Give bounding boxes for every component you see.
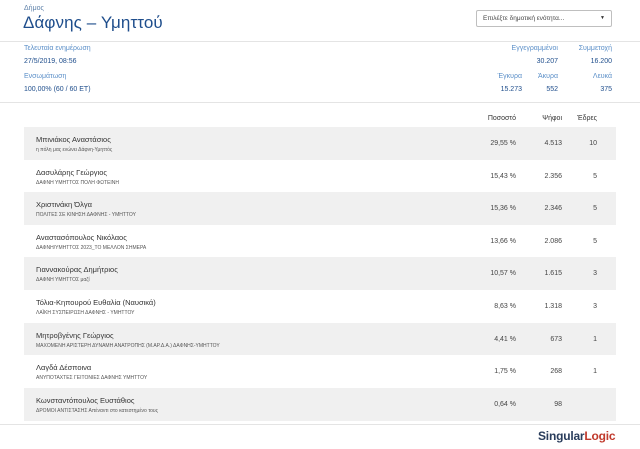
- votes-cell: 2.356: [544, 172, 562, 180]
- candidate-name: Λαγδά Δέσποινα: [36, 363, 92, 373]
- table-row: Δασυλάρης Γεώργιος ΔΑΦΝΗ ΥΜΗΤΤΟΣ ΠΟΛΗ ΦΩΤ…: [24, 159, 616, 193]
- column-header-votes: Ψήφοι: [542, 115, 562, 122]
- party-name: η πόλη μας ενώνει Δάφνη-Υμηττός: [36, 147, 113, 153]
- candidate-name: Γιαννακούρας Δημήτριος: [36, 265, 118, 275]
- percent-cell: 15,36 %: [490, 205, 516, 213]
- last-update-value: 27/5/2019, 08:56: [24, 58, 77, 65]
- candidate-name: Μπινιάκος Αναστάσιος: [36, 135, 111, 144]
- seats-cell: 10: [589, 140, 597, 147]
- seats-cell: 5: [593, 205, 597, 213]
- votes-cell: 2.346: [544, 205, 562, 213]
- invalid-label: Άκυρα: [537, 73, 558, 80]
- unit-select-placeholder: Επιλέξτε δημοτική ενότητα...: [483, 15, 565, 22]
- counted-label: Ενσωμάτωση: [24, 73, 67, 80]
- invalid-value: 552: [546, 86, 558, 93]
- turnout-value: 16.200: [590, 58, 612, 65]
- party-name: ΔΑΦΝΗ ΥΜΗΤΤΟΣ μαζί: [36, 277, 90, 284]
- seats-cell: 1: [593, 335, 597, 343]
- candidate-name: Τόλια-Κηπουρού Ευθαλία (Ναυσικά): [36, 298, 156, 307]
- votes-cell: 98: [554, 400, 562, 408]
- divider: [0, 41, 640, 42]
- logo-text-singular: Singular: [538, 429, 585, 443]
- logo-text-logic: Logic: [584, 429, 616, 443]
- registered-label: Εγγεγραμμένοι: [511, 45, 558, 52]
- candidate-name: Αναστασόπουλος Νικόλαος: [36, 232, 127, 242]
- seats-cell: 3: [593, 270, 597, 278]
- percent-cell: 0,64 %: [494, 400, 516, 408]
- counted-value: 100,00% (60 / 60 ΕΤ): [24, 86, 91, 93]
- votes-cell: 4.513: [544, 140, 562, 147]
- table-row: Αναστασόπουλος Νικόλαος ΔΑΦΝΗ/ΥΜΗΤΤΟΣ 202…: [24, 224, 616, 258]
- valid-label: Έγκυρα: [497, 73, 522, 80]
- candidate-name: Κωνσταντόπουλος Ευστάθιος: [36, 395, 135, 405]
- party-name: ΔΑΦΝΗ/ΥΜΗΤΤΟΣ 2023_ΤΟ ΜΕΛΛΟΝ ΣΗΜΕΡΑ: [36, 244, 147, 251]
- candidate-name: Δασυλάρης Γεώργιος: [36, 167, 107, 177]
- seats-cell: 3: [593, 303, 597, 310]
- seats-cell: 5: [593, 172, 597, 180]
- table-row: Μητροβγένης Γεώργιος ΜΑΧΟΜΕΝΗ ΑΡΙΣΤΕΡΗ ΔΥ…: [24, 322, 616, 356]
- table-row: Τόλια-Κηπουρού Ευθαλία (Ναυσικά) ΛΑΪΚΗ ΣΥ…: [24, 290, 616, 323]
- municipality-label: Δήμος: [24, 5, 44, 12]
- percent-cell: 29,55 %: [490, 140, 516, 147]
- percent-cell: 10,57 %: [490, 270, 516, 278]
- party-name: ΛΑΪΚΗ ΣΥΣΠΕΙΡΩΣΗ ΔΑΦΝΗΣ - ΥΜΗΤΤΟΥ: [36, 310, 135, 316]
- header: Δήμος Δάφνης – Υμηττού Επιλέξτε δημοτική…: [0, 0, 640, 40]
- footer-divider: [0, 424, 640, 425]
- percent-cell: 4,41 %: [494, 335, 516, 343]
- page-title: Δάφνης – Υμηττού: [23, 13, 163, 32]
- party-name: ΠΟΛΙΤΕΣ ΣΕ ΚΙΝΗΣΗ ΔΑΦΝΗΣ - ΥΜΗΤΤΟΥ: [36, 212, 136, 219]
- blank-label: Λευκά: [592, 73, 612, 80]
- column-header-percent: Ποσοστό: [487, 115, 516, 122]
- party-name: ΔΑΦΝΗ ΥΜΗΤΤΟΣ ΠΟΛΗ ΦΩΤΕΙΝΗ: [36, 179, 120, 186]
- turnout-label: Συμμετοχή: [578, 45, 612, 52]
- candidate-name: Μητροβγένης Γεώργιος: [36, 330, 114, 340]
- votes-cell: 1.318: [544, 303, 562, 310]
- unit-select-dropdown[interactable]: Επιλέξτε δημοτική ενότητα... ▼: [476, 10, 612, 27]
- votes-cell: 1.615: [544, 270, 562, 278]
- table-row: Μπινιάκος Αναστάσιος η πόλη μας ενώνει Δά…: [24, 127, 616, 160]
- seats-cell: 5: [593, 237, 597, 245]
- caret-down-icon: ▼: [600, 15, 605, 21]
- party-name: ΔΡΟΜΟΙ ΑΝΤΙΣΤΑΣΗΣ Απέναντι στο κατεστημέ…: [36, 407, 159, 414]
- percent-cell: 13,66 %: [490, 237, 516, 245]
- percent-cell: 8,63 %: [494, 303, 516, 310]
- seats-cell: 1: [593, 368, 597, 376]
- votes-cell: 268: [550, 368, 562, 376]
- party-name: ΑΝΥΠΟΤΑΧΤΕΣ ΓΕΙΤΟΝΙΕΣ ΔΑΦΝΗΣ ΥΜΗΤΤΟΥ: [36, 375, 148, 382]
- percent-cell: 15,43 %: [490, 172, 516, 180]
- divider: [0, 102, 640, 103]
- blank-value: 375: [600, 86, 612, 93]
- singularlogic-logo: SingularLogic: [538, 429, 616, 443]
- table-row: Λαγδά Δέσποινα ΑΝΥΠΟΤΑΧΤΕΣ ΓΕΙΤΟΝΙΕΣ ΔΑΦΝ…: [24, 355, 616, 389]
- table-row: Χριστινάκη Όλγα ΠΟΛΙΤΕΣ ΣΕ ΚΙΝΗΣΗ ΔΑΦΝΗΣ …: [24, 192, 616, 226]
- registered-value: 30.207: [536, 58, 558, 65]
- party-name: ΜΑΧΟΜΕΝΗ ΑΡΙΣΤΕΡΗ ΔΥΝΑΜΗ ΑΝΑΤΡΟΠΗΣ (Μ.ΑΡ…: [36, 342, 220, 349]
- candidate-name: Χριστινάκη Όλγα: [36, 200, 92, 210]
- valid-value: 15.273: [500, 86, 522, 93]
- last-update-label: Τελευταία ενημέρωση: [24, 45, 91, 52]
- votes-cell: 673: [550, 335, 562, 343]
- votes-cell: 2.086: [544, 237, 562, 245]
- column-header-seats: Έδρες: [577, 115, 597, 122]
- table-row: Γιαννακούρας Δημήτριος ΔΑΦΝΗ ΥΜΗΤΤΟΣ μαζί…: [24, 257, 616, 291]
- table-row: Κωνσταντόπουλος Ευστάθιος ΔΡΟΜΟΙ ΑΝΤΙΣΤΑΣ…: [24, 387, 616, 421]
- percent-cell: 1,75 %: [494, 368, 516, 376]
